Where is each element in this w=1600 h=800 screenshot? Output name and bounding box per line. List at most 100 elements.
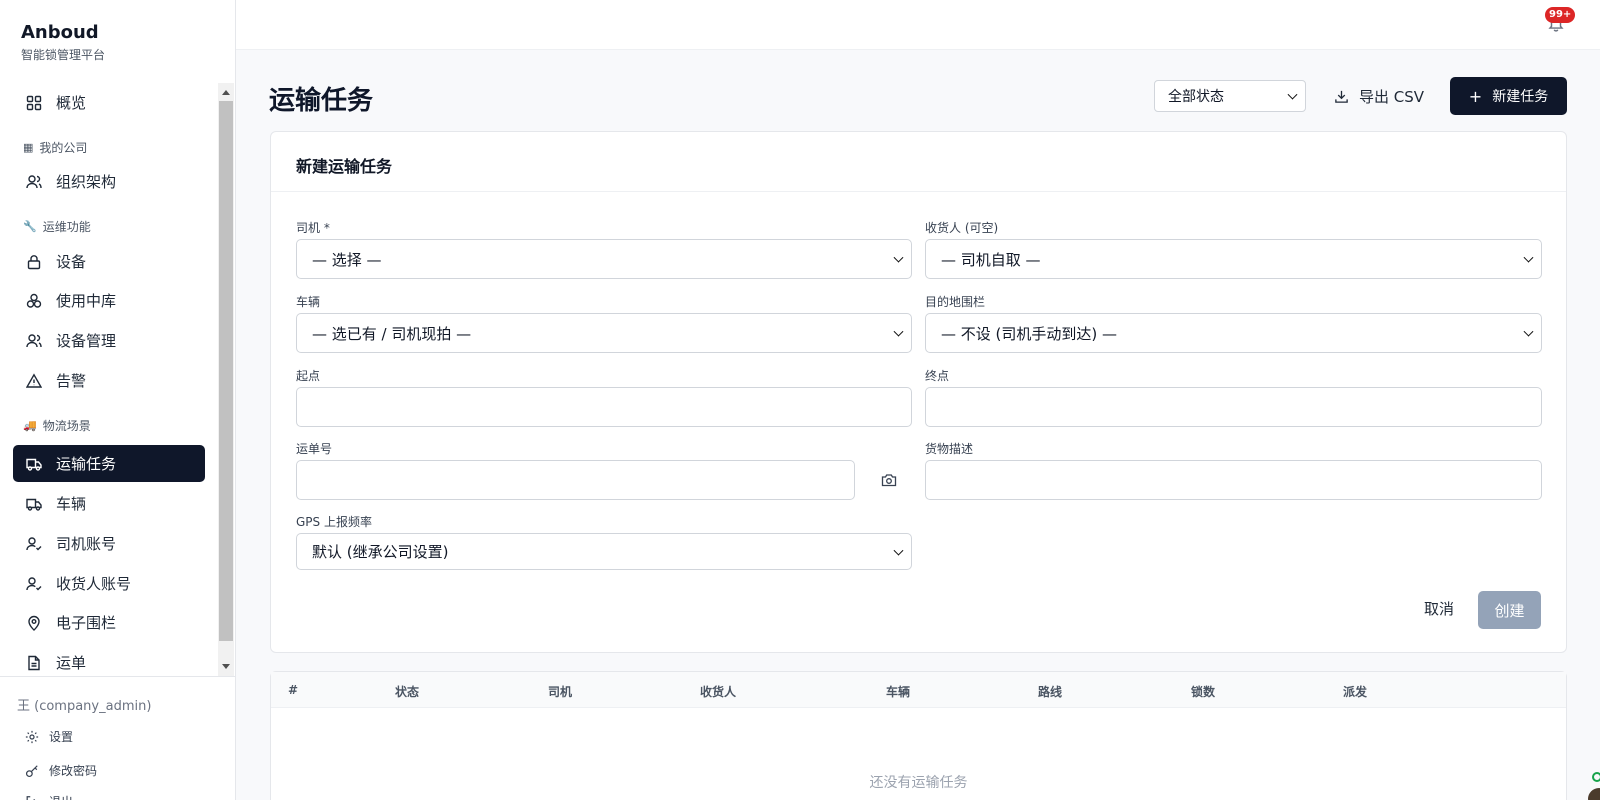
driver-select-value: — 选择 — xyxy=(312,250,382,269)
chevron-down-icon xyxy=(893,326,904,337)
gps-frequency-value: 默认 (继承公司设置) xyxy=(312,543,449,561)
section-my-company: ▦ 我的公司 xyxy=(23,139,87,156)
section-ops: 🔧 运维功能 xyxy=(23,218,91,235)
settings-link[interactable]: 设置 xyxy=(25,728,73,745)
file-icon xyxy=(26,655,42,671)
brand-name: Anboud xyxy=(21,22,99,43)
origin-input[interactable] xyxy=(296,387,912,427)
chevron-down-icon xyxy=(1287,89,1298,100)
column-header: 状态 xyxy=(395,685,420,699)
driver-select[interactable]: — 选择 — xyxy=(296,239,912,279)
sidebar-item-alerts[interactable]: 告警 xyxy=(13,362,205,399)
sidebar-item-drivers[interactable]: 司机账号 xyxy=(13,525,205,562)
sidebar-item-geofence[interactable]: 电子围栏 xyxy=(13,604,205,641)
sidebar-item-label: 司机账号 xyxy=(56,535,117,553)
sidebar-item-vehicles[interactable]: 车辆 xyxy=(13,485,205,522)
new-task-button[interactable]: + 新建任务 xyxy=(1450,77,1567,115)
sidebar: Anboud 智能锁管理平台 概览 ▦ 我的公司 组织架构 🔧 运维功能 设备 … xyxy=(0,0,236,800)
wrench-icon: 🔧 xyxy=(23,220,37,233)
lock-icon xyxy=(26,254,42,270)
scrollbar-thumb[interactable] xyxy=(219,101,233,641)
notification-badge: 99+ xyxy=(1545,7,1576,23)
brand: Anboud 智能锁管理平台 xyxy=(21,22,105,63)
terminal-label: 终点 xyxy=(925,369,950,383)
warning-icon xyxy=(26,372,42,389)
sidebar-item-label: 组织架构 xyxy=(56,173,117,191)
sidebar-item-label: 车辆 xyxy=(56,495,87,513)
tasks-table: # 状态 司机 收货人 车辆 路线 锁数 派发 还没有运输任务 xyxy=(270,671,1567,800)
column-header: 锁数 xyxy=(1191,685,1216,699)
sidebar-item-org[interactable]: 组织架构 xyxy=(13,163,205,200)
users-icon xyxy=(26,174,42,190)
change-password-link[interactable]: 修改密码 xyxy=(25,762,97,779)
export-csv-button[interactable]: 导出 CSV xyxy=(1334,80,1424,112)
section-label: 运维功能 xyxy=(42,220,91,234)
floating-avatar[interactable] xyxy=(1588,788,1600,800)
sidebar-item-devices[interactable]: 设备 xyxy=(13,243,205,280)
scroll-up-arrow-icon[interactable] xyxy=(222,90,230,95)
vehicle-label: 车辆 xyxy=(296,295,321,309)
table-header: # 状态 司机 收货人 车辆 路线 锁数 派发 xyxy=(271,672,1566,708)
column-header: 收货人 xyxy=(700,685,737,699)
camera-icon[interactable] xyxy=(881,473,897,487)
status-filter-select[interactable]: 全部状态 xyxy=(1154,80,1306,112)
section-label: 我的公司 xyxy=(39,141,88,155)
sidebar-item-transport-tasks[interactable]: 运输任务 xyxy=(13,445,205,482)
sidebar-item-label: 运单 xyxy=(56,654,87,672)
download-icon xyxy=(1335,90,1348,103)
users-icon xyxy=(26,333,42,349)
form-title: 新建运输任务 xyxy=(271,132,1566,192)
cargo-label: 货物描述 xyxy=(925,442,974,456)
new-task-label: 新建任务 xyxy=(1492,89,1549,105)
export-csv-label: 导出 CSV xyxy=(1359,87,1425,106)
chevron-down-icon xyxy=(1523,252,1534,263)
boxes-icon xyxy=(26,293,42,309)
sidebar-item-label: 概览 xyxy=(56,94,87,112)
logout-icon xyxy=(25,795,39,800)
settings-label: 设置 xyxy=(49,730,74,744)
sidebar-item-label: 收货人账号 xyxy=(56,575,132,593)
column-header: 派发 xyxy=(1343,685,1368,699)
scroll-down-arrow-icon[interactable] xyxy=(222,664,230,669)
sidebar-scrollbar[interactable] xyxy=(218,83,234,676)
plus-icon: + xyxy=(1468,86,1483,106)
page-title: 运输任务 xyxy=(269,86,374,116)
waybill-input[interactable] xyxy=(296,460,855,500)
empty-state: 还没有运输任务 xyxy=(869,775,968,791)
vehicle-select-value: — 选已有 / 司机现拍 — xyxy=(312,324,472,343)
building-icon: ▦ xyxy=(23,141,34,154)
vehicle-select[interactable]: — 选已有 / 司机现拍 — xyxy=(296,313,912,353)
section-logistics: 🚚 物流场景 xyxy=(23,417,91,434)
destination-fence-value: — 不设 (司机手动到达) — xyxy=(941,324,1118,343)
sidebar-item-in-use[interactable]: 使用中库 xyxy=(13,282,205,319)
gps-frequency-select[interactable]: 默认 (继承公司设置) xyxy=(296,533,912,570)
new-task-form-card: 新建运输任务 司机 * — 选择 — 收货人 (可空) — 司机自取 — 车辆 … xyxy=(270,131,1567,653)
sidebar-nav: 概览 ▦ 我的公司 组织架构 🔧 运维功能 设备 使用中库 设备管理 告警 🚚 … xyxy=(0,83,236,676)
sidebar-item-waybills[interactable]: 运单 xyxy=(13,644,205,676)
gps-label: GPS 上报频率 xyxy=(296,515,372,529)
consignee-select-value: — 司机自取 — xyxy=(941,250,1041,269)
logout-link[interactable]: 退出 xyxy=(25,793,73,800)
create-button[interactable]: 创建 xyxy=(1478,591,1541,629)
truck-icon xyxy=(26,456,42,472)
cancel-button[interactable]: 取消 xyxy=(1424,598,1454,619)
destination-fence-select[interactable]: — 不设 (司机手动到达) — xyxy=(925,313,1542,353)
change-password-label: 修改密码 xyxy=(49,764,98,778)
sidebar-item-consignees[interactable]: 收货人账号 xyxy=(13,565,205,602)
waybill-label: 运单号 xyxy=(296,442,333,456)
terminal-input[interactable] xyxy=(925,387,1542,427)
sidebar-footer: 王 (company_admin) 设置 修改密码 退出 xyxy=(0,676,236,800)
consignee-select[interactable]: — 司机自取 — xyxy=(925,239,1542,279)
column-header: 路线 xyxy=(1038,685,1063,699)
user-check-icon xyxy=(26,536,42,552)
sidebar-item-label: 使用中库 xyxy=(56,292,117,310)
sidebar-item-overview[interactable]: 概览 xyxy=(13,84,205,121)
topbar xyxy=(236,0,1600,50)
sidebar-item-label: 电子围栏 xyxy=(56,614,117,632)
cargo-input[interactable] xyxy=(925,460,1542,500)
column-header: 司机 xyxy=(548,685,573,699)
current-user: 王 (company_admin) xyxy=(17,699,152,714)
sidebar-item-device-mgmt[interactable]: 设备管理 xyxy=(13,322,205,359)
user-check-icon xyxy=(26,576,42,592)
chevron-down-icon xyxy=(893,252,904,263)
